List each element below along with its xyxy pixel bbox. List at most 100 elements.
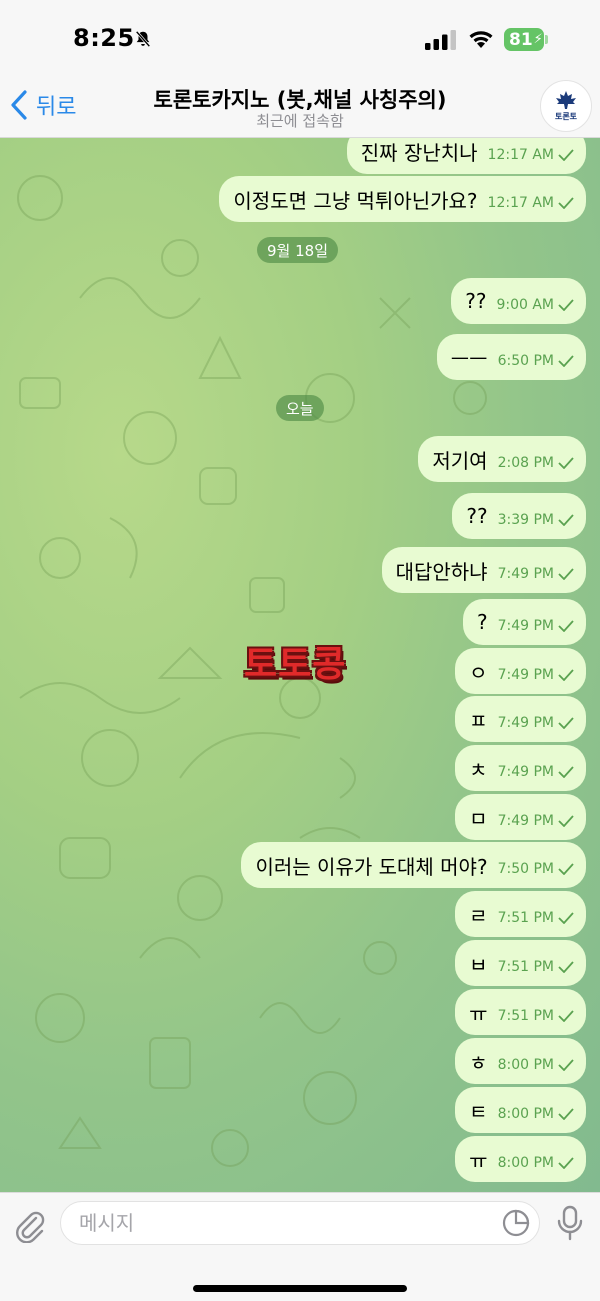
cellular-signal-icon: [425, 30, 456, 50]
message-time: 7:51 PM: [497, 959, 554, 975]
sticker-icon[interactable]: [502, 1209, 530, 1237]
message-meta: 8:00 PM: [498, 1106, 574, 1122]
message-text: ㄹ: [469, 903, 488, 928]
composer: [0, 1192, 600, 1301]
message-text: ㅇ: [469, 660, 488, 685]
message-time: 8:00 PM: [497, 1057, 554, 1073]
status-bar: 8:25 81 ⚡: [0, 0, 600, 80]
microphone-icon[interactable]: [556, 1205, 584, 1241]
message-input[interactable]: [60, 1201, 540, 1245]
read-check-icon: [558, 149, 574, 161]
message-time: 8:00 PM: [497, 1155, 554, 1171]
message-bubble[interactable]: ㄹ 7:51 PM: [455, 891, 586, 937]
message-text: ?: [476, 610, 488, 634]
message-time: 2:08 PM: [497, 455, 554, 471]
sticker-text[interactable]: 토토콩: [244, 635, 346, 687]
battery-icon: 81 ⚡: [504, 28, 544, 51]
message-meta: 7:49 PM: [498, 715, 574, 731]
message-bubble[interactable]: ?? 9:00 AM: [451, 278, 586, 324]
message-time: 7:49 PM: [497, 715, 554, 731]
message-bubble[interactable]: 저기여 2:08 PM: [418, 436, 586, 482]
message-text: ??: [466, 504, 488, 528]
read-check-icon: [558, 815, 574, 827]
read-check-icon: [558, 1010, 574, 1022]
message-text: ㅊ: [469, 757, 488, 782]
message-meta: 7:49 PM: [498, 813, 574, 829]
read-check-icon: [558, 299, 574, 311]
message-text: 저기여: [432, 448, 488, 473]
date-separator: 9월 18일: [257, 237, 338, 263]
message-text: ㅠ: [469, 1148, 488, 1173]
message-bubble[interactable]: 진짜 장난치나 12:17 AM: [346, 138, 586, 174]
message-time: 7:50 PM: [497, 861, 554, 877]
chat-area[interactable]: 진짜 장난치나 12:17 AM 이정도면 그냥 먹튀아닌가요? 12:17 A…: [0, 138, 600, 1192]
chat-status: 최근에 접속함: [256, 112, 344, 130]
message-time: 7:49 PM: [497, 667, 554, 683]
avatar[interactable]: 토론토: [540, 80, 592, 132]
message-bubble[interactable]: 이정도면 그냥 먹튀아닌가요? 12:17 AM: [219, 176, 586, 222]
message-text: ㅍ: [469, 708, 488, 733]
message-meta: 8:00 PM: [498, 1155, 574, 1171]
avatar-text: 토론토: [554, 112, 578, 121]
message-text: ??: [465, 289, 487, 313]
message-text: ㅁ: [469, 806, 488, 831]
message-meta: 8:00 PM: [498, 1057, 574, 1073]
message-text: ㅂ: [469, 952, 488, 977]
message-meta: 7:51 PM: [498, 1008, 574, 1024]
message-time: 7:51 PM: [497, 1008, 554, 1024]
message-text: 이러는 이유가 도대체 머야?: [255, 854, 488, 879]
message-time: 12:17 AM: [487, 195, 554, 211]
read-check-icon: [558, 669, 574, 681]
message-bubble[interactable]: ㅎ 8:00 PM: [455, 1038, 586, 1084]
message-text: ㅡㅡ: [450, 346, 488, 371]
message-meta: 7:49 PM: [498, 667, 574, 683]
message-meta: 9:00 AM: [496, 297, 574, 313]
message-bubble[interactable]: ㅁ 7:49 PM: [455, 794, 586, 840]
message-time: 8:00 PM: [497, 1106, 554, 1122]
message-bubble[interactable]: 이러는 이유가 도대체 머야? 7:50 PM: [241, 842, 586, 888]
message-bubble[interactable]: ㅌ 8:00 PM: [455, 1087, 586, 1133]
message-meta: 7:51 PM: [498, 910, 574, 926]
message-bubble[interactable]: ㅠ 7:51 PM: [455, 989, 586, 1035]
date-separator: 오늘: [276, 395, 324, 421]
chat-header: 뒤로 토론토카지노 (봇,채널 사칭주의) 최근에 접속함 토론토: [0, 80, 600, 138]
message-meta: 6:50 PM: [498, 353, 574, 369]
message-meta: 7:49 PM: [498, 764, 574, 780]
charging-bolt-icon: ⚡: [533, 32, 543, 47]
read-check-icon: [558, 717, 574, 729]
message-time: 7:49 PM: [497, 764, 554, 780]
message-bubble[interactable]: ㅡㅡ 6:50 PM: [436, 334, 586, 380]
message-time: 6:50 PM: [497, 353, 554, 369]
message-bubble[interactable]: ㅍ 7:49 PM: [455, 696, 586, 742]
status-time: 8:25: [73, 24, 135, 52]
bell-slash-icon: [135, 30, 151, 48]
message-meta: 7:50 PM: [498, 861, 574, 877]
message-bubble[interactable]: ?? 3:39 PM: [452, 493, 586, 539]
message-meta: 2:08 PM: [498, 455, 574, 471]
message-bubble[interactable]: ㅊ 7:49 PM: [455, 745, 586, 791]
message-bubble[interactable]: 대답안하냐 7:49 PM: [381, 547, 586, 593]
maple-leaf-icon: [556, 91, 576, 109]
message-time: 9:00 AM: [496, 297, 554, 313]
message-text: ㅌ: [469, 1099, 488, 1124]
read-check-icon: [558, 568, 574, 580]
message-bubble[interactable]: ㅇ 7:49 PM: [455, 648, 586, 694]
message-meta: 7:49 PM: [498, 566, 574, 582]
message-time: 7:49 PM: [497, 618, 554, 634]
message-time: 12:17 AM: [487, 147, 554, 163]
message-text: 진짜 장난치나: [360, 140, 478, 165]
message-text: 대답안하냐: [395, 559, 488, 584]
paperclip-icon[interactable]: [14, 1209, 46, 1243]
read-check-icon: [558, 355, 574, 367]
home-indicator[interactable]: [193, 1285, 407, 1292]
message-time: 7:49 PM: [497, 813, 554, 829]
read-check-icon: [558, 961, 574, 973]
read-check-icon: [558, 1108, 574, 1120]
message-meta: 12:17 AM: [488, 195, 574, 211]
message-meta: 7:51 PM: [498, 959, 574, 975]
message-bubble[interactable]: ㅂ 7:51 PM: [455, 940, 586, 986]
message-time: 7:51 PM: [497, 910, 554, 926]
message-bubble[interactable]: ㅠ 8:00 PM: [455, 1136, 586, 1182]
message-text: ㅠ: [469, 1001, 488, 1026]
message-bubble[interactable]: ? 7:49 PM: [462, 599, 586, 645]
